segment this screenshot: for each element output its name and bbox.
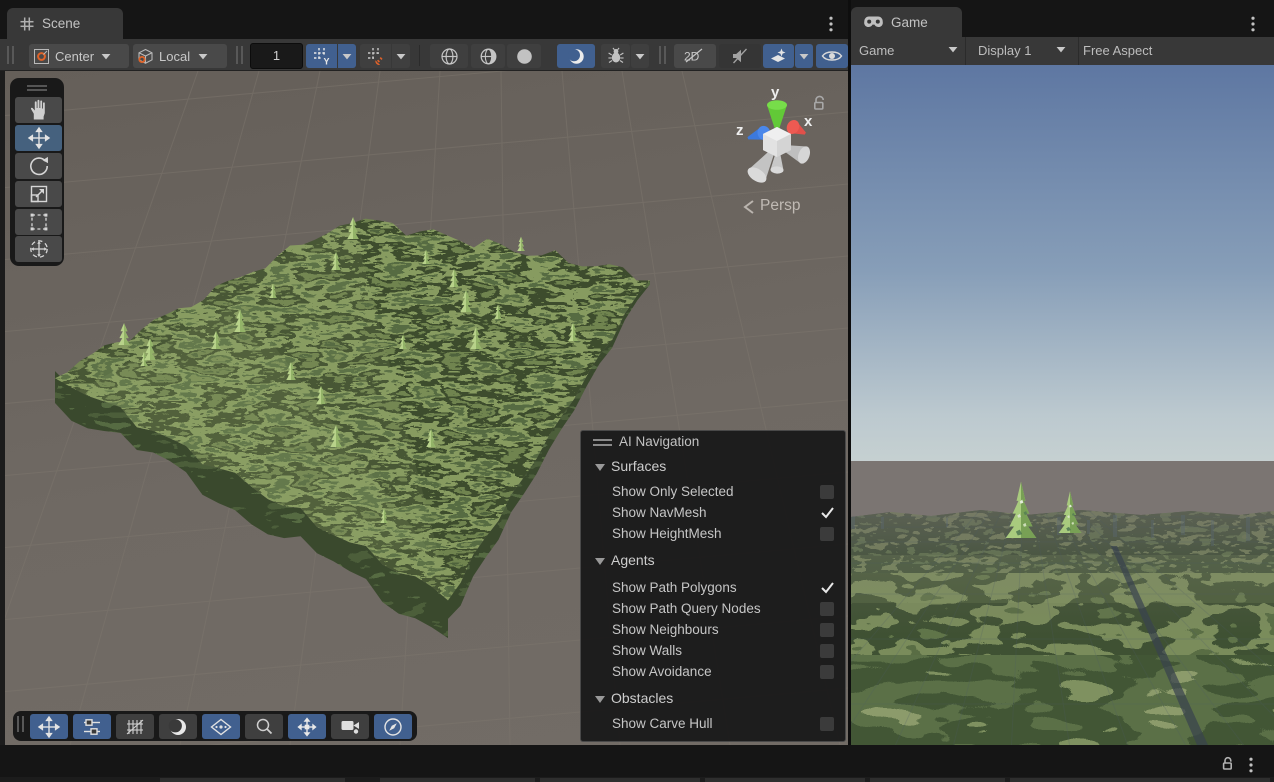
svg-text:y: y [771, 84, 780, 101]
svg-text:x: x [804, 113, 813, 130]
svg-text:z: z [736, 122, 744, 139]
svg-text:Y: Y [323, 57, 329, 66]
